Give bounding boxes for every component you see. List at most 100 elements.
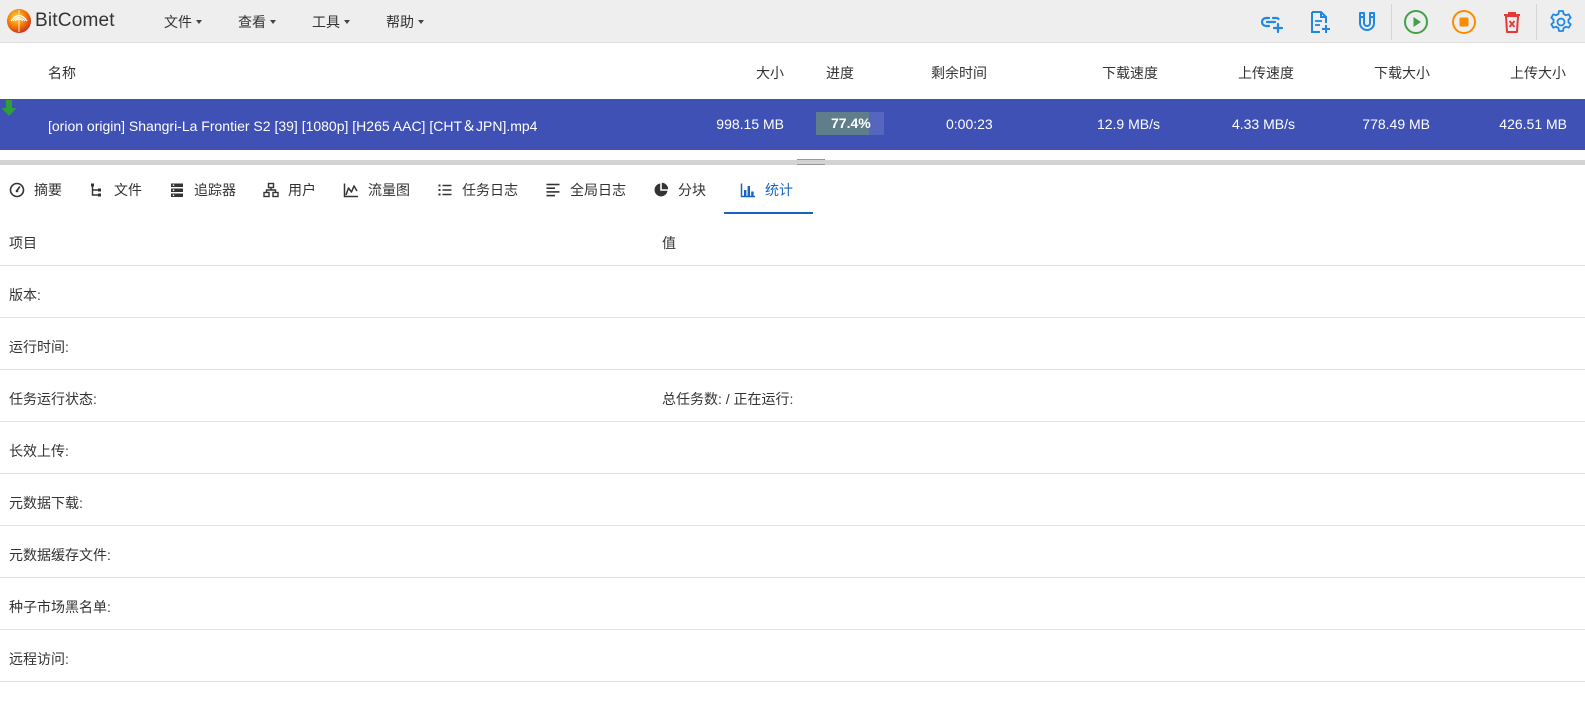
- stat-item-torrent-market-blacklist: 种子市场黑名单:: [9, 599, 111, 615]
- stat-item-uptime: 运行时间:: [9, 339, 69, 355]
- task-download-speed: 12.9 MB/s: [1096, 116, 1160, 132]
- caret-down-icon: [344, 19, 350, 24]
- stop-button[interactable]: [1440, 2, 1488, 42]
- file-tree-icon: [91, 183, 101, 197]
- panel-splitter[interactable]: [0, 160, 1585, 165]
- stat-item-version: 版本:: [9, 287, 41, 303]
- add-torrent-button[interactable]: [1295, 2, 1343, 42]
- pie-chart-icon: [654, 182, 669, 197]
- tab-pieces[interactable]: 分块: [644, 166, 724, 214]
- menu-help-label: 帮助: [386, 13, 414, 30]
- column-header-item: 项目: [9, 235, 37, 251]
- add-link-button[interactable]: [1247, 2, 1295, 42]
- delete-icon: [1504, 11, 1520, 33]
- stat-item-metadata-cache: 元数据缓存文件:: [9, 547, 111, 563]
- tab-traffic-graph-label: 流量图: [368, 182, 410, 198]
- menu-bar: 文件 查看 工具 帮助: [164, 0, 460, 43]
- add-torrent-file-icon: [1311, 10, 1330, 33]
- table-row: 任务运行状态: 总任务数: / 正在运行:: [0, 370, 1585, 422]
- caret-down-icon: [418, 19, 424, 24]
- statistics-table: 项目 值 版本: 运行时间: 任务运行状态: 总任务数: / 正在运行: 长效上…: [0, 214, 1585, 682]
- magnet-button[interactable]: [1343, 2, 1391, 42]
- task-name: [orion origin] Shangri-La Frontier S2 [3…: [48, 118, 538, 134]
- tab-summary-label: 摘要: [34, 182, 62, 198]
- stat-item-metadata-download: 元数据下载:: [9, 495, 83, 511]
- tab-task-log[interactable]: 任务日志: [428, 166, 536, 214]
- tab-statistics-label: 统计: [765, 182, 793, 198]
- detail-tabs: 摘要 文件 追踪器 用户 流量图 任务日志 全局日志 分块 统计: [0, 166, 1585, 214]
- top-bar: BitComet 文件 查看 工具 帮助: [0, 0, 1585, 43]
- settings-icon: [1550, 9, 1572, 32]
- area-chart-icon: [343, 183, 358, 198]
- stat-item-remote-access: 远程访问:: [9, 651, 69, 667]
- column-header-download-speed[interactable]: 下载速度: [1102, 63, 1158, 83]
- column-header-downloaded[interactable]: 下载大小: [1374, 63, 1430, 83]
- network-peers-icon: [263, 182, 279, 198]
- menu-view-label: 查看: [238, 13, 266, 30]
- table-row: 种子市场黑名单:: [0, 578, 1585, 630]
- stat-value-task-status: 总任务数: / 正在运行:: [662, 391, 794, 407]
- task-list-header: 名称 大小 进度 剩余时间 下载速度 上传速度 下载大小 上传大小: [0, 43, 1585, 99]
- task-remaining-time: 0:00:23: [946, 116, 993, 132]
- menu-file[interactable]: 文件: [164, 0, 202, 43]
- stat-item-task-status: 任务运行状态:: [9, 391, 97, 407]
- menu-file-label: 文件: [164, 13, 192, 30]
- tab-trackers[interactable]: 追踪器: [160, 166, 254, 214]
- column-header-name[interactable]: 名称: [48, 63, 76, 83]
- bitcomet-logo-icon: [7, 9, 31, 33]
- tab-files-label: 文件: [114, 182, 142, 198]
- splitter-grip-icon[interactable]: [797, 159, 825, 165]
- magnet-icon: [1359, 11, 1375, 31]
- tab-task-log-label: 任务日志: [462, 182, 518, 198]
- task-upload-speed: 4.33 MB/s: [1231, 116, 1295, 132]
- table-row: 版本:: [0, 266, 1585, 318]
- column-header-progress[interactable]: 进度: [826, 63, 854, 83]
- tab-global-log[interactable]: 全局日志: [536, 166, 644, 214]
- column-header-value: 值: [662, 235, 676, 251]
- table-row: 长效上传:: [0, 422, 1585, 474]
- table-row: 远程访问:: [0, 630, 1585, 682]
- tab-traffic-graph[interactable]: 流量图: [334, 166, 428, 214]
- task-row[interactable]: [orion origin] Shangri-La Frontier S2 [3…: [0, 99, 1585, 150]
- align-left-icon: [546, 183, 560, 197]
- server-icon: [171, 183, 183, 197]
- task-progress-label: 77.4%: [831, 115, 871, 131]
- menu-view[interactable]: 查看: [238, 0, 276, 43]
- stop-icon: [1452, 9, 1476, 34]
- task-downloaded-size: 778.49 MB: [1362, 116, 1430, 132]
- caret-down-icon: [270, 19, 276, 24]
- menu-help[interactable]: 帮助: [386, 0, 424, 43]
- column-header-remaining[interactable]: 剩余时间: [931, 63, 987, 83]
- task-uploaded-size: 426.51 MB: [1499, 116, 1567, 132]
- tab-files[interactable]: 文件: [80, 166, 160, 214]
- tab-global-log-label: 全局日志: [570, 182, 626, 198]
- task-size: 998.15 MB: [716, 116, 784, 132]
- tab-pieces-label: 分块: [678, 182, 706, 198]
- app-logo: BitComet: [6, 8, 115, 34]
- start-button[interactable]: [1392, 2, 1440, 42]
- tab-peers-label: 用户: [288, 182, 316, 198]
- menu-tools-label: 工具: [312, 13, 340, 30]
- toolbar: [1247, 0, 1585, 43]
- caret-down-icon: [196, 19, 202, 24]
- table-row: 运行时间:: [0, 318, 1585, 370]
- tab-summary[interactable]: 摘要: [0, 166, 80, 214]
- list-icon: [438, 184, 452, 196]
- column-header-size[interactable]: 大小: [756, 63, 784, 83]
- settings-button[interactable]: [1537, 2, 1585, 42]
- tab-statistics[interactable]: 统计: [724, 166, 813, 214]
- task-progress-bar: 77.4%: [816, 112, 884, 135]
- tab-trackers-label: 追踪器: [194, 182, 236, 198]
- bar-chart-icon: [740, 183, 755, 198]
- menu-tools[interactable]: 工具: [312, 0, 350, 43]
- downloading-arrow-icon: [1, 100, 17, 116]
- start-icon: [1404, 9, 1428, 34]
- column-header-uploaded[interactable]: 上传大小: [1510, 63, 1566, 83]
- table-row: 元数据下载:: [0, 474, 1585, 526]
- table-row: 元数据缓存文件:: [0, 526, 1585, 578]
- delete-button[interactable]: [1488, 2, 1536, 42]
- tab-peers[interactable]: 用户: [254, 166, 334, 214]
- add-link-icon: [1260, 16, 1284, 33]
- column-header-upload-speed[interactable]: 上传速度: [1238, 63, 1294, 83]
- statistics-header-row: 项目 值: [0, 214, 1585, 266]
